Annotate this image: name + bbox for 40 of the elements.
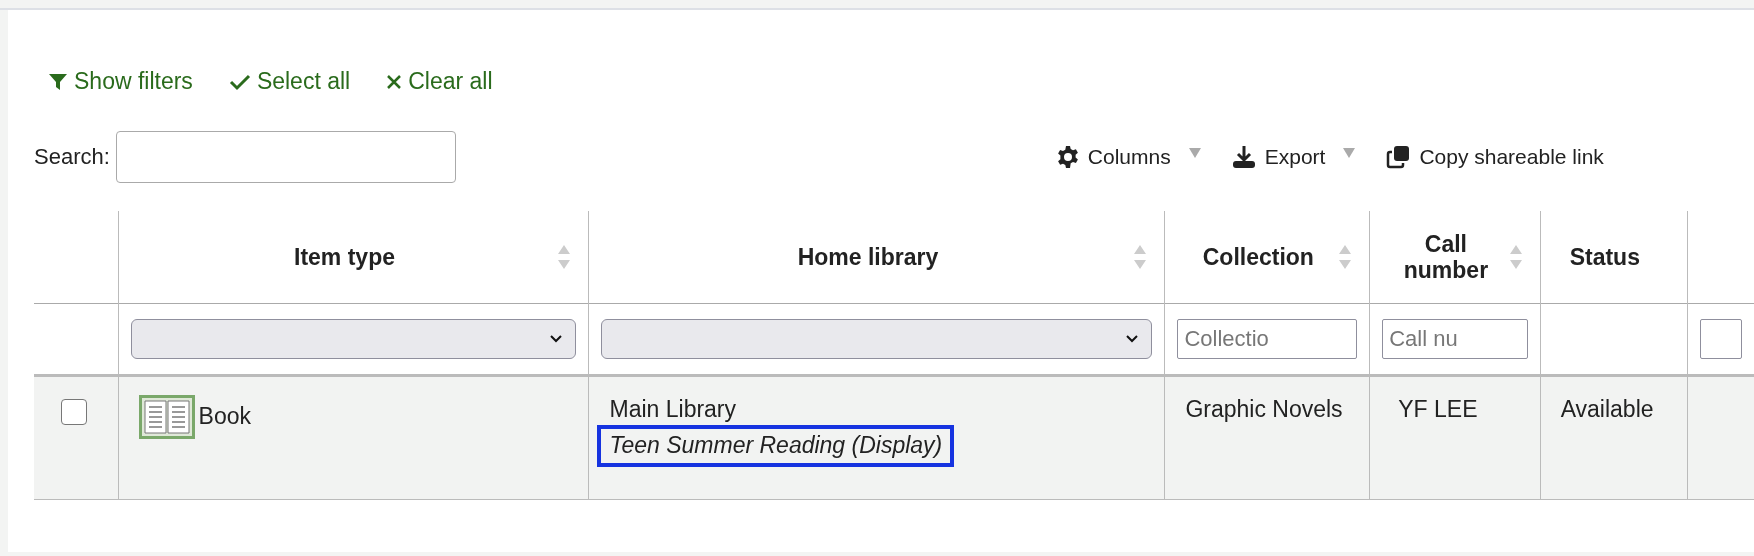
- filter-icon: [48, 71, 68, 92]
- settings-icon: [1055, 145, 1080, 169]
- chevron-icon: [1125, 334, 1140, 344]
- toolbar-button[interactable]: Copy shareable link: [1385, 144, 1604, 170]
- toolbar-link[interactable]: Show filters: [48, 68, 193, 95]
- filter-field[interactable]: Call nu: [1382, 319, 1528, 359]
- shelving-location: Teen Summer Reading (Display): [597, 424, 955, 467]
- sort-icon[interactable]: [1338, 244, 1353, 270]
- table-cell-text: Main Library: [609, 395, 738, 424]
- caret-icon[interactable]: [1188, 148, 1201, 158]
- column-header[interactable]: Item type: [294, 243, 395, 271]
- book-icon: [138, 395, 195, 439]
- sort-icon[interactable]: [1133, 244, 1148, 270]
- filter-field[interactable]: Collectio: [1177, 319, 1358, 359]
- column-header[interactable]: Collection: [1202, 243, 1314, 271]
- table-cell-text: YF LEE: [1397, 396, 1478, 422]
- copy-icon: [1385, 144, 1412, 170]
- toolbar-link[interactable]: Clear all: [386, 68, 493, 95]
- close-icon: [386, 73, 403, 90]
- download-icon: [1230, 144, 1257, 170]
- filter-field[interactable]: [1699, 319, 1742, 359]
- table-cell: Available: [1560, 396, 1654, 422]
- search-label: Search:: [34, 144, 110, 170]
- table-cell: Book: [198, 402, 251, 432]
- check-icon: [228, 72, 251, 91]
- toolbar-link[interactable]: Select all: [228, 68, 351, 95]
- row-checkbox[interactable]: [60, 399, 87, 425]
- table-cell: Graphic Novels: [1185, 396, 1343, 422]
- column-header[interactable]: Call number: [1385, 230, 1507, 284]
- column-header[interactable]: Home library: [797, 243, 939, 271]
- toolbar-button[interactable]: Export: [1230, 144, 1326, 170]
- search-field[interactable]: [115, 131, 456, 183]
- sort-icon[interactable]: [1508, 244, 1523, 270]
- chevron-icon: [549, 334, 564, 344]
- filter-dropdown[interactable]: [130, 319, 577, 359]
- column-header: Status: [1569, 243, 1640, 271]
- toolbar-button[interactable]: Columns: [1055, 145, 1171, 169]
- caret-icon[interactable]: [1343, 148, 1356, 158]
- sort-icon[interactable]: [557, 244, 572, 270]
- filter-dropdown[interactable]: [601, 319, 1153, 359]
